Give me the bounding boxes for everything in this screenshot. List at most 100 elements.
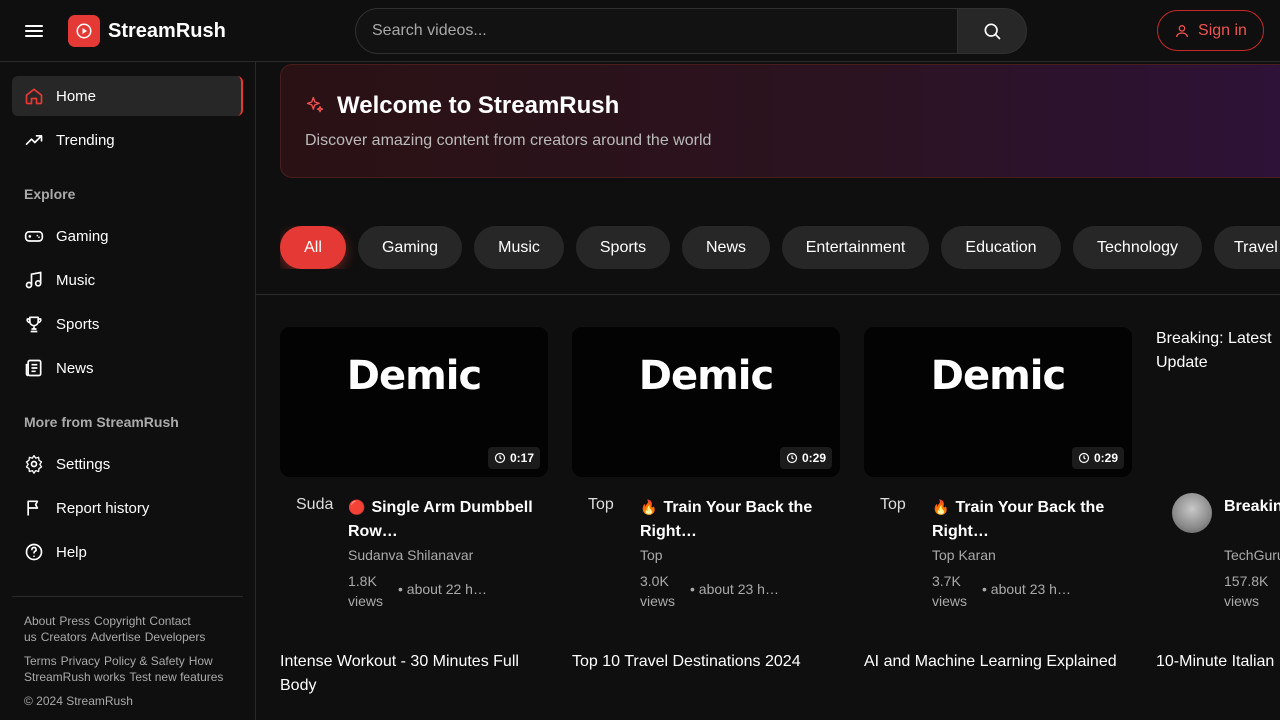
thumbnail-logo-text: Demic (638, 353, 774, 399)
view-count: 3.0K views (640, 573, 676, 609)
sidebar-divider (12, 596, 243, 597)
emoji-badge: 🔴 (348, 499, 366, 515)
video-thumbnail[interactable]: Demic 0:29 (572, 327, 840, 477)
avatar[interactable]: Top (880, 495, 920, 535)
duration-badge: 0:29 (1071, 447, 1124, 469)
view-count: 3.7K views (932, 573, 968, 609)
explore-heading: Explore (24, 186, 76, 202)
channel-name[interactable]: Top Karan (932, 547, 996, 563)
duration-badge: 0:29 (779, 447, 832, 469)
sign-in-button[interactable]: Sign in (1157, 10, 1264, 51)
footer-link[interactable]: Advertise (91, 630, 141, 644)
sidebar-item-trending[interactable]: Trending (12, 120, 243, 160)
sidebar-item-report-history[interactable]: Report history (12, 488, 243, 528)
chip-travel[interactable]: Travel (1214, 226, 1280, 269)
welcome-subtitle: Discover amazing content from creators a… (305, 132, 712, 149)
welcome-banner: Welcome to StreamRush Discover amazing c… (280, 64, 1280, 178)
sidebar-item-music[interactable]: Music (12, 260, 243, 300)
chip-news[interactable]: News (682, 226, 770, 269)
video-card[interactable]: Demic 0:29 Top 🔥 Train Your Back the Righ… (572, 327, 840, 617)
video-card[interactable]: Breaking: Latest Update Breaking Tech Ne… (1156, 327, 1280, 617)
chip-music[interactable]: Music (474, 226, 564, 269)
sidebar-item-sports[interactable]: Sports (12, 304, 243, 344)
chip-technology[interactable]: Technology (1073, 226, 1202, 269)
menu-icon[interactable] (22, 19, 46, 43)
view-count: 1.8K views (348, 573, 384, 609)
sign-in-label: Sign in (1198, 21, 1247, 39)
video-card[interactable]: Demic 0:17 Suda 🔴 Single Arm Dumbbell Row… (280, 327, 548, 617)
video-title[interactable]: 🔥 Train Your Back the Right… (932, 495, 1122, 544)
chip-gaming[interactable]: Gaming (358, 226, 462, 269)
copyright: © 2024 StreamRush (24, 694, 133, 708)
video-thumbnail[interactable]: Intense Workout - 30 Minutes Full Body (280, 650, 548, 720)
search-input[interactable] (355, 8, 957, 54)
home-icon (25, 88, 43, 105)
avatar[interactable] (1172, 493, 1212, 533)
footer-link[interactable]: Developers (145, 630, 206, 644)
video-thumbnail[interactable]: Demic 0:29 (864, 327, 1132, 477)
sidebar-item-label: Home (56, 87, 97, 105)
footer-link[interactable]: Copyright (94, 614, 145, 628)
search-bar (355, 8, 1027, 54)
channel-name[interactable]: Sudanva Shilanavar (348, 547, 473, 563)
newspaper-icon (25, 359, 42, 377)
video-thumbnail[interactable]: 10-Minute Italian (1156, 650, 1280, 720)
gamepad-icon (24, 231, 44, 242)
video-thumbnail[interactable]: Breaking: Latest Update (1156, 327, 1280, 477)
sidebar-item-help[interactable]: Help (12, 532, 243, 572)
chip-all[interactable]: All (280, 226, 346, 269)
chips-divider (256, 294, 1280, 295)
more-heading: More from StreamRush (24, 414, 179, 430)
help-circle-icon (25, 543, 43, 561)
footer-link[interactable]: Policy & Safety (104, 654, 185, 668)
duration-badge: 0:17 (487, 447, 540, 469)
video-thumbnail[interactable]: Demic 0:17 (280, 327, 548, 477)
sidebar-item-label: Report history (56, 499, 150, 517)
sidebar-item-label: Sports (56, 315, 100, 333)
upload-time: • about 23 h… (690, 581, 779, 597)
video-thumbnail[interactable]: Top 10 Travel Destinations 2024 (572, 650, 840, 720)
clock-icon (786, 452, 798, 464)
sidebar-item-label: Music (56, 271, 96, 289)
sidebar-item-label: Trending (56, 131, 115, 149)
chip-sports[interactable]: Sports (576, 226, 670, 269)
avatar[interactable]: Top (588, 495, 628, 535)
video-title[interactable]: 🔴 Single Arm Dumbbell Row… (348, 495, 538, 544)
chip-entertainment[interactable]: Entertainment (782, 226, 929, 269)
category-chips: All Gaming Music Sports News Entertainme… (280, 226, 1280, 269)
sidebar: Home Trending Explore Gaming Music Sport… (0, 62, 256, 720)
footer-link[interactable]: Privacy (61, 654, 100, 668)
channel-name[interactable]: Top (640, 547, 663, 563)
avatar[interactable]: Suda (296, 495, 336, 535)
footer-link[interactable]: Creators (41, 630, 87, 644)
sidebar-item-gaming[interactable]: Gaming (12, 216, 243, 256)
footer-link[interactable]: Test new features (129, 670, 223, 684)
logo[interactable]: StreamRush (68, 15, 226, 47)
sidebar-item-label: Help (56, 543, 87, 561)
footer-link[interactable]: Press (59, 614, 90, 628)
thumbnail-logo-text: Demic (346, 353, 482, 399)
sidebar-item-settings[interactable]: Settings (12, 444, 243, 484)
search-button[interactable] (957, 8, 1027, 54)
gear-icon (25, 455, 43, 474)
channel-name[interactable]: TechGuru (1224, 547, 1280, 563)
chip-education[interactable]: Education (941, 226, 1061, 269)
top-header: StreamRush Sign in (0, 0, 1280, 62)
video-card[interactable]: Demic 0:29 Top 🔥 Train Your Back the Righ… (864, 327, 1132, 617)
user-icon (1176, 24, 1189, 37)
video-title[interactable]: Breaking Tech News (1224, 495, 1280, 519)
clock-icon (494, 452, 506, 464)
emoji-badge: 🔥 (640, 499, 658, 515)
trophy-icon (26, 316, 42, 333)
video-title[interactable]: 🔥 Train Your Back the Right… (640, 495, 830, 544)
sidebar-item-label: News (56, 359, 94, 377)
trending-icon (25, 135, 43, 145)
music-note-icon (25, 271, 42, 289)
footer-links-primary: About Press Copyright Contact us Creators Adv… (24, 613, 239, 645)
sidebar-item-home[interactable]: Home (12, 76, 243, 116)
footer-link[interactable]: Terms (24, 654, 57, 668)
footer-link[interactable]: About (24, 614, 55, 628)
sidebar-item-news[interactable]: News (12, 348, 243, 388)
emoji-badge: 🔥 (932, 499, 950, 515)
video-thumbnail[interactable]: AI and Machine Learning Explained (864, 650, 1132, 720)
